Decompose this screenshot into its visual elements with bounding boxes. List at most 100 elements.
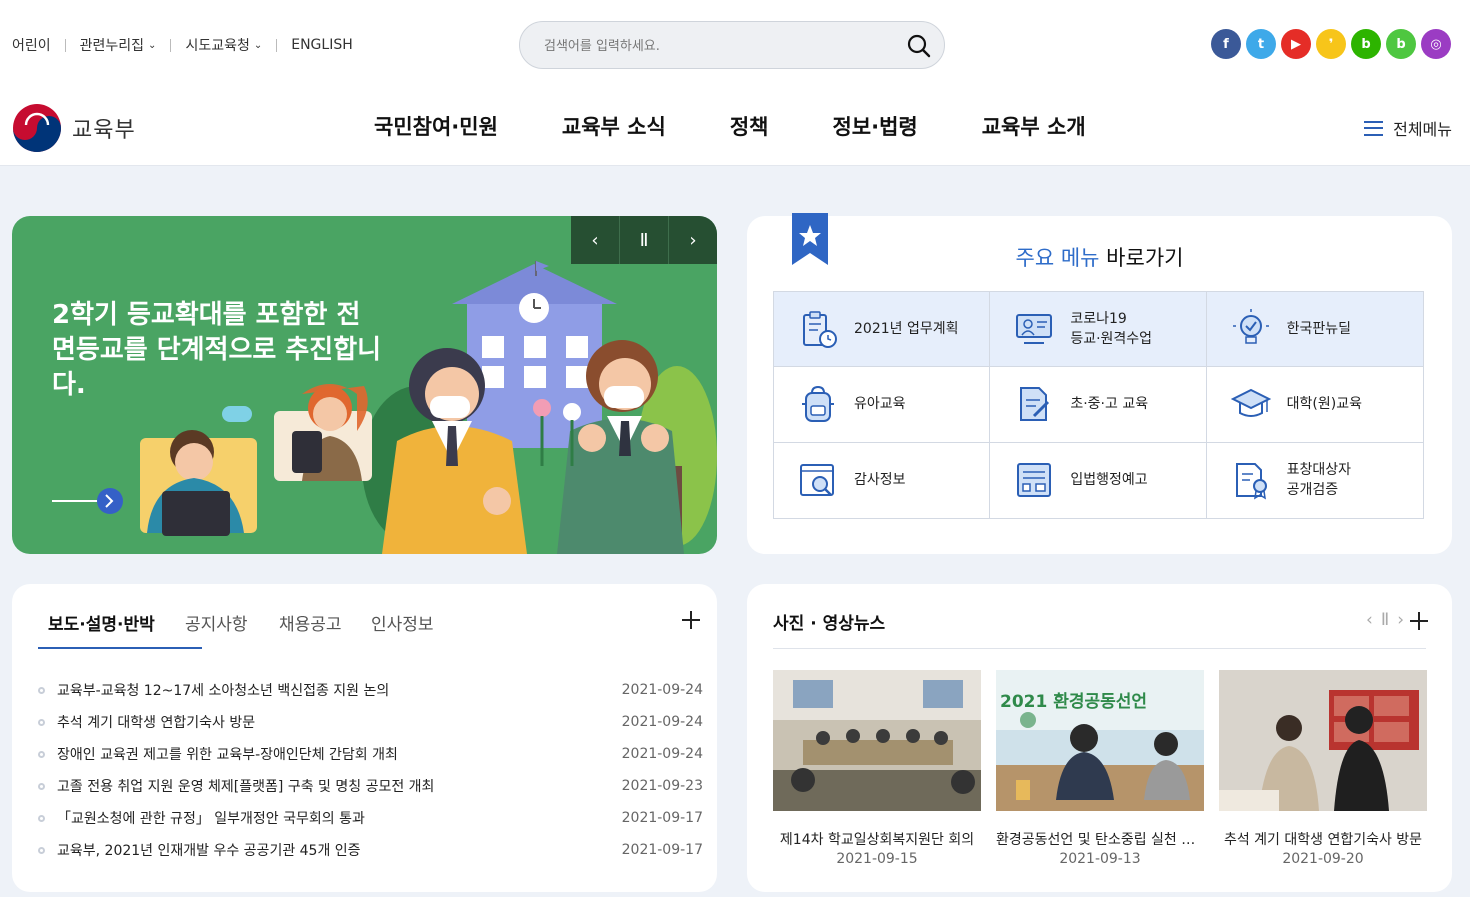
arrow-right-icon[interactable] xyxy=(52,486,124,516)
quick-menu-item[interactable]: 2021년 업무계획 xyxy=(774,292,991,368)
quick-menu-item[interactable]: 입법행정예고 xyxy=(990,442,1207,518)
youtube-icon[interactable]: ▶ xyxy=(1281,29,1311,59)
news-title: 「교원소청에 관한 규정」 일부개정안 국무회의 통과 xyxy=(57,811,365,827)
nav-news[interactable]: 교육부 소식 xyxy=(562,111,666,141)
photo-news-controls: ‹ Ⅱ › xyxy=(1366,610,1404,630)
nav-policy[interactable]: 정책 xyxy=(730,111,769,141)
online-class-icon xyxy=(1016,314,1053,345)
all-menu-label: 전체메뉴 xyxy=(1393,120,1452,139)
naver-blog-icon[interactable]: b xyxy=(1351,29,1381,59)
tab-recruitment[interactable]: 채용공고 xyxy=(279,610,342,635)
news-list-item[interactable]: 교육부-교육청 12~17세 소아청소년 백신접종 지원 논의 2021-09-2… xyxy=(38,674,703,706)
photo-card[interactable]: 2021 환경공동선언 환경공동선언 및 탄소중립 실천 다짐 2021-09-… xyxy=(996,670,1204,867)
divider xyxy=(276,38,278,52)
chevron-right-icon[interactable]: › xyxy=(668,216,717,264)
plus-icon[interactable] xyxy=(1408,610,1430,632)
photo-caption: 제14차 학교일상회복지원단 회의 xyxy=(779,832,975,848)
quick-menu-item[interactable]: 한국판뉴딜 xyxy=(1206,292,1423,368)
banner-controls: ‹ Ⅱ › xyxy=(571,216,717,264)
clipboard-clock-icon xyxy=(803,311,837,349)
news-list: 교육부-교육청 12~17세 소아청소년 백신접종 지원 논의 2021-09-2… xyxy=(38,674,703,866)
plus-icon[interactable] xyxy=(679,608,703,632)
util-link-related-sites[interactable]: 관련누리집 ⌄ xyxy=(80,35,157,55)
banner-slogan: 2학기 등교확대를 포함한 전면등교를 단계적으로 추진합니다. xyxy=(52,300,382,400)
taegeuk-logo-icon xyxy=(13,104,61,152)
bullet-icon xyxy=(38,782,45,790)
news-list-item[interactable]: 교육부, 2021년 인재개발 우수 공공기관 45개 인증 2021-09-17 xyxy=(38,834,703,866)
util-link-provincial-offices[interactable]: 시도교육청 ⌄ xyxy=(185,35,262,55)
util-link-english[interactable]: ENGLISH xyxy=(291,37,353,53)
photo-date: 2021-09-20 xyxy=(1282,851,1364,867)
tab-notice[interactable]: 공지사항 xyxy=(185,610,248,635)
document-pen-icon xyxy=(1020,387,1050,422)
divider xyxy=(773,648,1426,649)
chevron-left-icon[interactable]: ‹ xyxy=(1366,610,1373,630)
active-tab-indicator xyxy=(38,647,202,649)
bullet-icon xyxy=(38,686,45,694)
instagram-icon[interactable]: ◎ xyxy=(1421,29,1451,59)
bullet-icon xyxy=(38,814,45,822)
quick-menu-label: 표창대상자 공개검증 xyxy=(1286,462,1352,499)
photo-card-list: 제14차 학교일상회복지원단 회의 2021-09-15 2021 환경공동선언… xyxy=(773,670,1427,867)
nav-about[interactable]: 교육부 소개 xyxy=(982,111,1086,141)
news-list-item[interactable]: 고졸 전용 취업 지원 운영 체제[플랫폼] 구축 및 명칭 공모전 개최 202… xyxy=(38,770,703,802)
photo-card[interactable]: 추석 계기 대학생 연합기숙사 방문 2021-09-20 xyxy=(1219,670,1427,867)
twitter-icon[interactable]: t xyxy=(1246,29,1276,59)
photo-date: 2021-09-13 xyxy=(1059,851,1141,867)
quick-menu-item[interactable]: 표창대상자 공개검증 xyxy=(1207,443,1423,518)
nav-participation[interactable]: 국민참여·민원 xyxy=(374,111,498,141)
quick-menu-item[interactable]: 초·중·고 교육 xyxy=(990,367,1207,443)
quick-menu-item[interactable]: 대학(원)교육 xyxy=(1206,367,1423,443)
util-link-label: ENGLISH xyxy=(291,37,353,53)
facebook-icon[interactable]: f xyxy=(1211,29,1241,59)
news-list-item[interactable]: 장애인 교육권 제고를 위한 교육부-장애인단체 간담회 개최 2021-09-2… xyxy=(38,738,703,770)
site-logo[interactable]: 교육부 xyxy=(12,103,136,153)
search-box xyxy=(519,21,945,69)
main-banner[interactable]: 2학기 등교확대를 포함한 전면등교를 단계적으로 추진합니다. ‹ Ⅱ › xyxy=(12,216,717,554)
bullet-icon xyxy=(38,750,45,758)
pause-icon[interactable]: Ⅱ xyxy=(619,216,668,264)
pause-icon[interactable]: Ⅱ xyxy=(1381,610,1389,630)
photo-caption: 추석 계기 대학생 연합기숙사 방문 xyxy=(1223,832,1423,848)
search-icon[interactable] xyxy=(906,33,932,59)
quick-menu-item[interactable]: 유아교육 xyxy=(774,367,991,443)
news-list-item[interactable]: 「교원소청에 관한 규정」 일부개정안 국무회의 통과 2021-09-17 xyxy=(38,802,703,834)
dormitory-visit-photo xyxy=(1219,670,1427,811)
quick-menu-item[interactable]: 코로나19 등교·원격수업 xyxy=(990,292,1207,368)
magnifier-window-icon xyxy=(800,464,834,497)
quick-menu-label: 대학(원)교육 xyxy=(1286,396,1362,413)
document-list-icon xyxy=(1017,463,1052,498)
kakao-icon[interactable]: ❜ xyxy=(1316,29,1346,59)
news-tabs: 보도·설명·반박 공지사항 채용공고 인사정보 xyxy=(38,606,703,649)
tab-personnel[interactable]: 인사정보 xyxy=(371,610,434,635)
news-title: 교육부-교육청 12~17세 소아청소년 백신접종 지원 논의 xyxy=(57,683,390,699)
site-header: 어린이 관련누리집⌄ 시도교육청⌄ ENGLISH ft▶❜bb◎ 교육부 국민… xyxy=(0,0,1470,166)
band-icon[interactable]: b xyxy=(1386,29,1416,59)
nav-info-law[interactable]: 정보·법령 xyxy=(832,111,917,141)
quick-menu-grid: 2021년 업무계획 코로나19 등교·원격수업 한국판뉴딜유아교육 초·중·고 교육… xyxy=(773,291,1424,519)
news-list-item[interactable]: 추석 계기 대학생 연합기숙사 방문 2021-09-24 xyxy=(38,706,703,738)
util-link-label: 시도교육청 xyxy=(185,38,250,54)
graduation-cap-icon xyxy=(1230,389,1271,418)
award-document-icon xyxy=(1235,463,1267,500)
divider xyxy=(64,38,66,52)
photo-news-panel: 사진 · 영상뉴스 ‹ Ⅱ › 제14차 학교일상회복지원단 회의 2021-0… xyxy=(747,584,1452,892)
social-links: f t ▶ ❜ b b ◎ xyxy=(1211,29,1451,59)
meeting-photo xyxy=(773,670,981,811)
chevron-right-icon[interactable]: › xyxy=(1397,610,1404,630)
search-input[interactable] xyxy=(544,34,874,58)
quick-menu-label: 2021년 업무계획 xyxy=(854,321,959,338)
quick-menu-item[interactable]: 감사정보 xyxy=(774,442,991,518)
util-link-label: 어린이 xyxy=(12,38,51,54)
util-link-kids[interactable]: 어린이 xyxy=(12,35,51,55)
news-title: 추석 계기 대학생 연합기숙사 방문 xyxy=(57,715,256,731)
hamburger-icon xyxy=(1364,120,1384,136)
quick-menu-label: 한국판뉴딜 xyxy=(1286,321,1352,338)
logo-text: 교육부 xyxy=(72,118,136,143)
chevron-left-icon[interactable]: ‹ xyxy=(571,216,619,264)
all-menu-button[interactable]: 전체메뉴 xyxy=(1364,116,1452,140)
tab-press-release[interactable]: 보도·설명·반박 xyxy=(48,610,155,635)
bullet-icon xyxy=(38,718,45,726)
photo-date: 2021-09-15 xyxy=(836,851,918,867)
photo-card[interactable]: 제14차 학교일상회복지원단 회의 2021-09-15 xyxy=(773,670,981,867)
